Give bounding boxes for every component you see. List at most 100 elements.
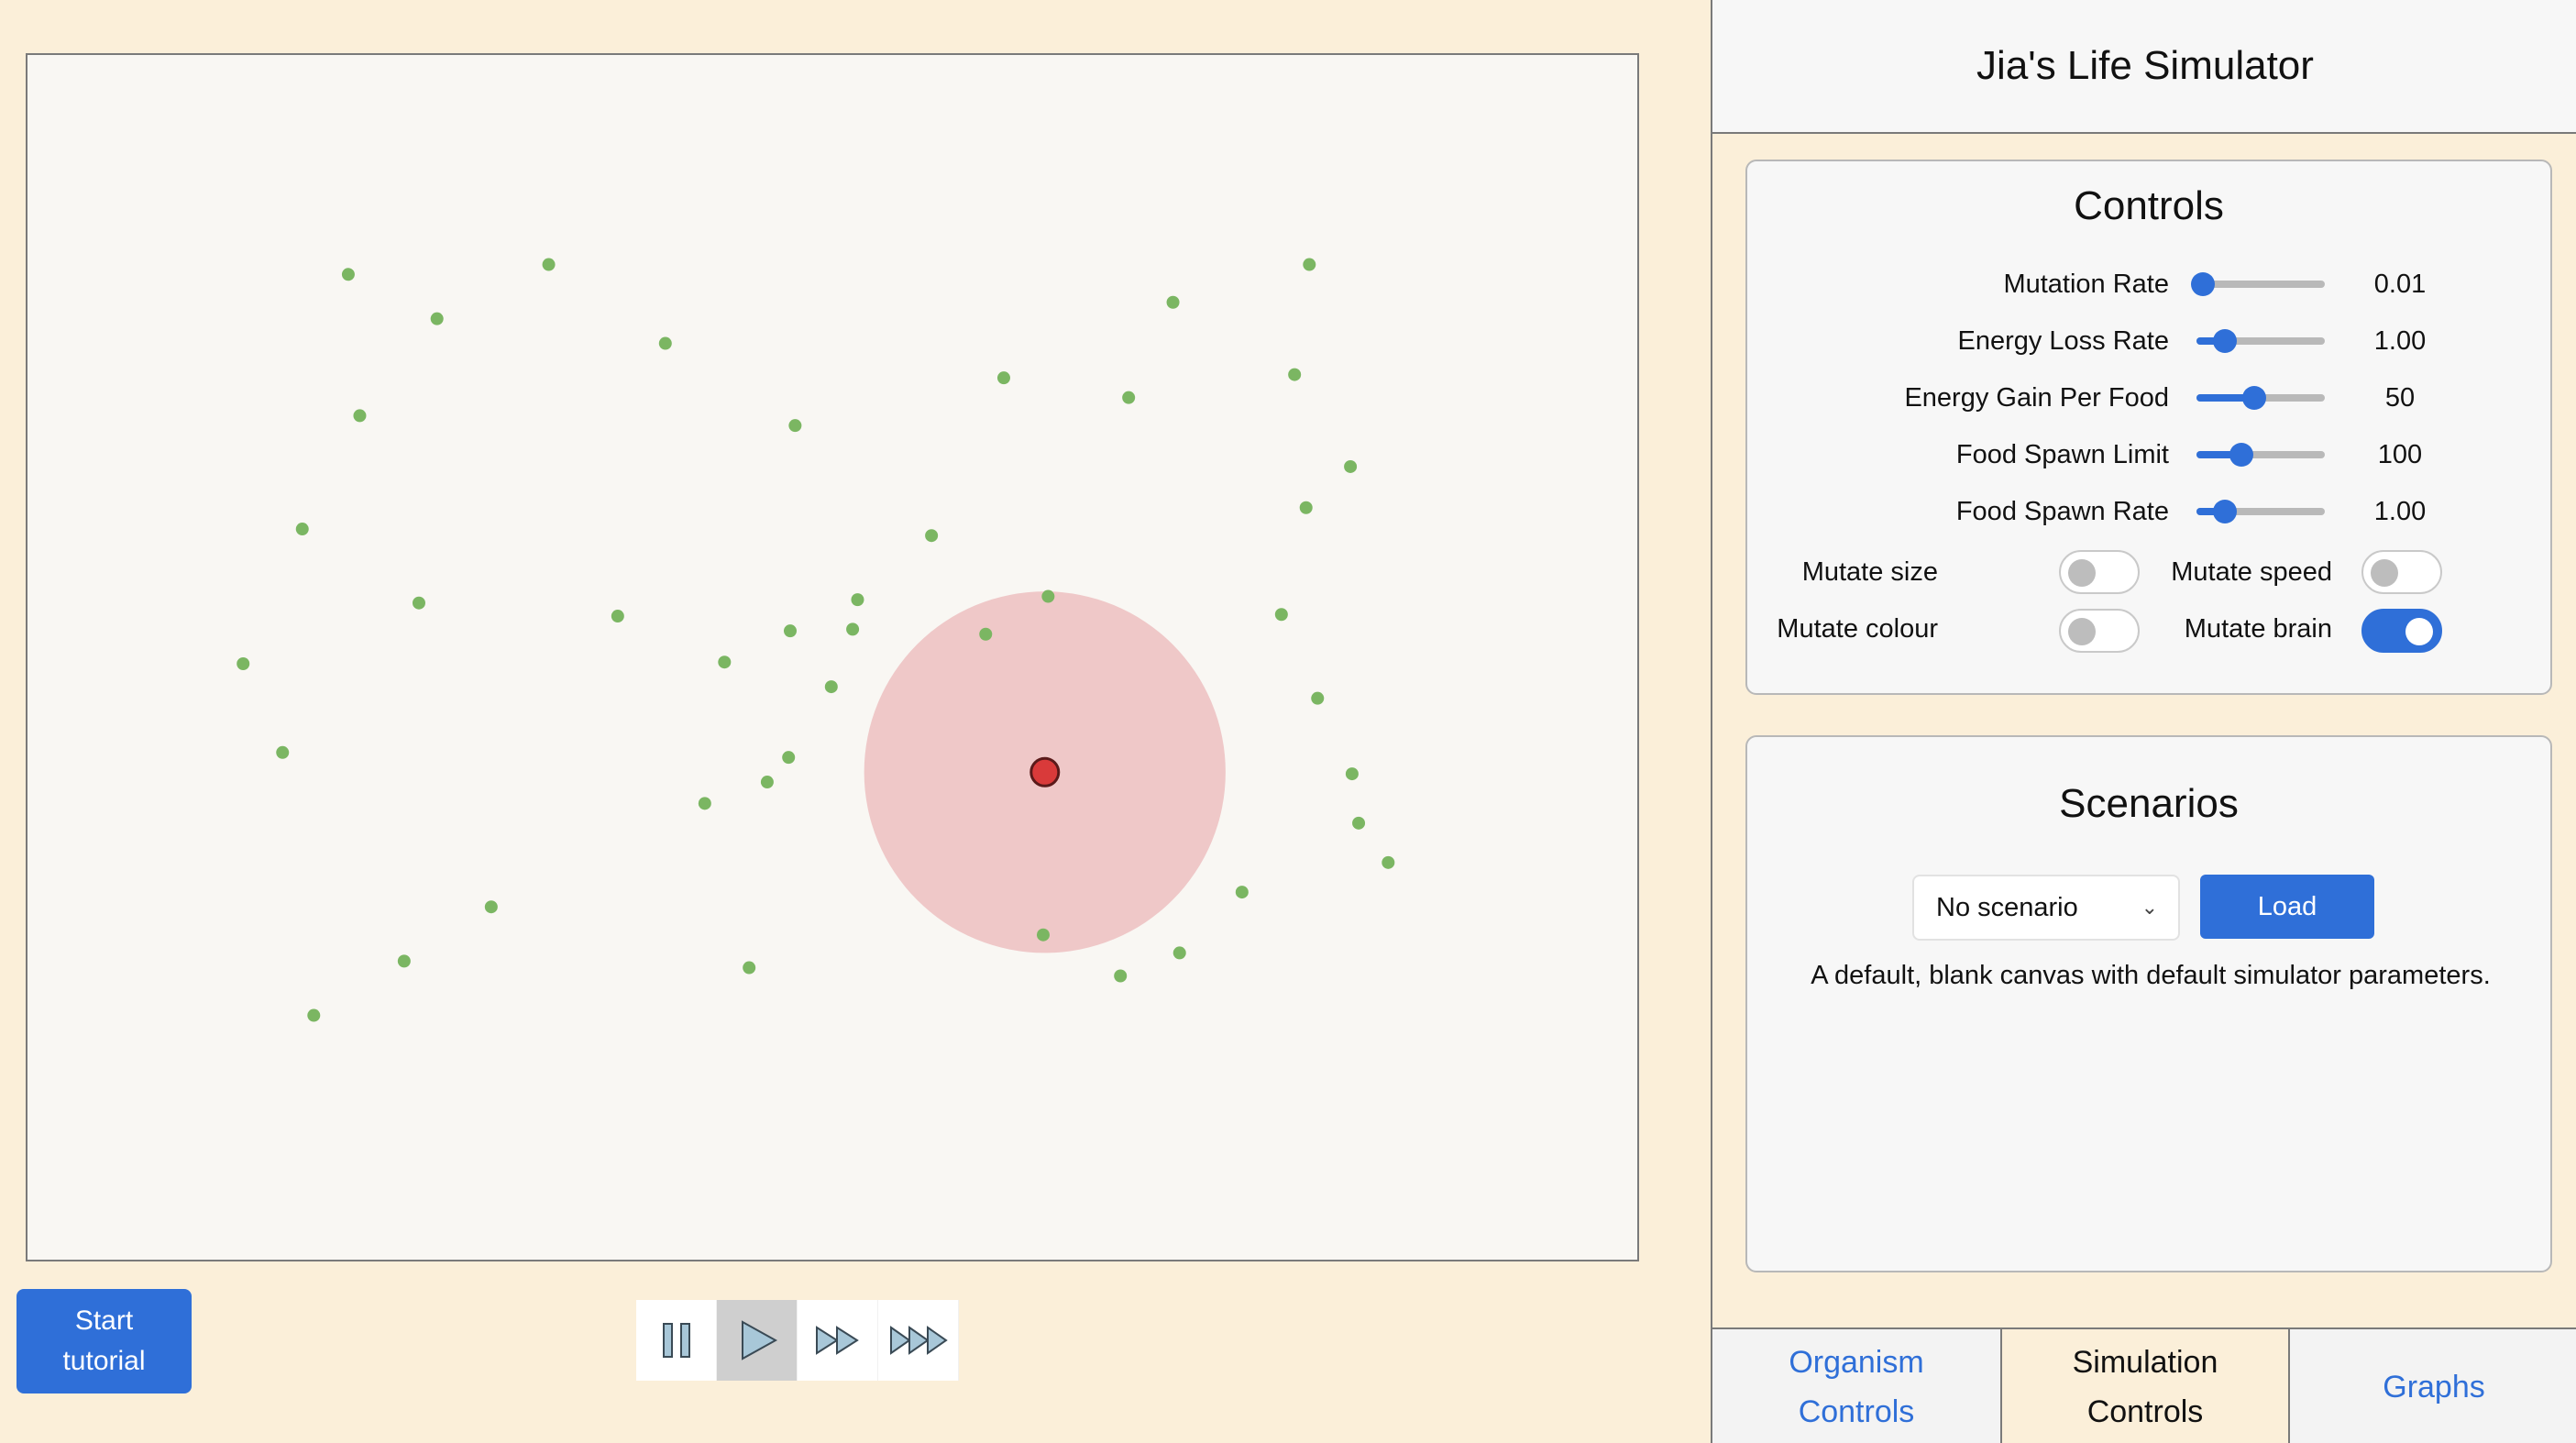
food-item [1382, 855, 1395, 869]
food-item [341, 268, 355, 281]
tab-organism-controls-label: Organism Controls [1789, 1345, 1924, 1429]
mutation-rate-slider[interactable] [2191, 272, 2325, 296]
mutate-brain-label: Mutate brain [2184, 614, 2332, 644]
food-item [1303, 258, 1316, 271]
energy-loss-rate-value: 1.00 [2373, 326, 2427, 356]
chevron-down-icon: ⌄ [2141, 896, 2158, 919]
slider-row-food-spawn-rate: Food Spawn Rate 1.00 [1747, 493, 2554, 530]
food-item [925, 529, 939, 543]
food-item [743, 961, 756, 975]
simulation-svg [237, 258, 1395, 1022]
slider-row-food-spawn-limit: Food Spawn Limit 100 [1747, 436, 2554, 473]
mutate-size-label: Mutate size [1801, 557, 1938, 587]
food-item [397, 954, 411, 968]
mutate-size-toggle[interactable] [2059, 550, 2140, 594]
energy-loss-rate-label: Energy Loss Rate [1957, 326, 2169, 356]
play-button[interactable] [717, 1300, 798, 1381]
food-item [783, 624, 797, 638]
mutate-speed-toggle[interactable] [2361, 550, 2442, 594]
controls-card: Controls Mutation Rate 0.01 Energy Loss … [1745, 160, 2552, 695]
scenario-description: A default, blank canvas with default sim… [1811, 961, 2491, 990]
food-item [1288, 368, 1302, 381]
food-item [237, 657, 250, 671]
slider-row-energy-gain-per-food: Energy Gain Per Food 50 [1747, 380, 2554, 416]
food-item [1311, 691, 1325, 705]
food-item [996, 371, 1010, 385]
scenario-select[interactable]: No scenario ⌄ [1912, 875, 2180, 941]
food-spawn-rate-value: 1.00 [2373, 497, 2427, 526]
food-item [1352, 816, 1366, 830]
food-item [1172, 946, 1186, 960]
start-tutorial-label: Start tutorial [62, 1305, 146, 1376]
fast-forward-icon [815, 1326, 859, 1355]
mutate-colour-toggle[interactable] [2059, 609, 2140, 653]
start-tutorial-button[interactable]: Start tutorial [17, 1289, 192, 1393]
tab-graphs-label: Graphs [2383, 1370, 2485, 1404]
fast-forward-button[interactable] [798, 1300, 878, 1381]
tab-organism-controls[interactable]: Organism Controls [1712, 1329, 2000, 1443]
food-item [658, 336, 672, 350]
organism[interactable] [1029, 756, 1061, 788]
food-item [1114, 969, 1128, 983]
food-item [1299, 501, 1313, 514]
food-item [718, 655, 732, 669]
energy-gain-per-food-value: 50 [2384, 383, 2416, 413]
scenarios-title: Scenarios [2059, 781, 2239, 826]
food-item [295, 523, 309, 536]
app-title: Jia's Life Simulator [1976, 43, 2314, 88]
food-item [1122, 391, 1136, 404]
food-item [782, 751, 796, 765]
mutate-colour-label: Mutate colour [1777, 614, 1938, 644]
food-item [484, 900, 498, 914]
food-item [979, 627, 993, 641]
simulation-canvas[interactable] [26, 53, 1639, 1261]
panel-tabs: Organism Controls Simulation Controls Gr… [1712, 1327, 2576, 1443]
food-item [698, 797, 711, 810]
food-item [788, 419, 802, 433]
food-item [760, 776, 774, 789]
food-spawn-rate-slider[interactable] [2196, 500, 2325, 523]
tab-simulation-controls[interactable]: Simulation Controls [2000, 1329, 2290, 1443]
food-item [542, 258, 556, 271]
controls-title: Controls [2074, 183, 2224, 228]
food-item [1345, 767, 1359, 781]
mutation-rate-value: 0.01 [2373, 270, 2427, 299]
food-item [412, 596, 425, 610]
food-item [353, 409, 367, 423]
food-item [307, 1008, 321, 1022]
food-item [1036, 928, 1050, 942]
mutate-speed-label: Mutate speed [2171, 557, 2332, 587]
food-item [1235, 886, 1249, 899]
pause-icon [662, 1323, 690, 1358]
tab-graphs[interactable]: Graphs [2290, 1329, 2576, 1443]
panel-header: Jia's Life Simulator [1712, 0, 2576, 134]
tab-simulation-controls-label: Simulation Controls [2072, 1345, 2218, 1429]
food-item [276, 745, 290, 759]
food-spawn-limit-slider[interactable] [2196, 443, 2325, 467]
mutate-brain-toggle[interactable] [2361, 609, 2442, 653]
pause-button[interactable] [636, 1300, 717, 1381]
food-item [1274, 608, 1288, 622]
side-panel: Jia's Life Simulator Controls Mutation R… [1711, 0, 2576, 1443]
playback-controls [636, 1300, 959, 1381]
food-item [611, 610, 624, 623]
energy-gain-per-food-slider[interactable] [2196, 386, 2325, 410]
energy-gain-per-food-label: Energy Gain Per Food [1904, 383, 2169, 413]
energy-loss-rate-slider[interactable] [2196, 329, 2325, 353]
food-item [851, 593, 864, 607]
food-item [824, 680, 838, 694]
slider-row-energy-loss-rate: Energy Loss Rate 1.00 [1747, 323, 2554, 359]
food-item [846, 622, 860, 636]
food-spawn-limit-label: Food Spawn Limit [1955, 440, 2169, 469]
food-item [1041, 589, 1055, 603]
play-icon [741, 1320, 777, 1360]
slider-row-mutation-rate: Mutation Rate 0.01 [1747, 266, 2554, 303]
mutation-rate-label: Mutation Rate [2003, 270, 2169, 299]
load-button[interactable]: Load [2200, 875, 2374, 939]
food-item [1166, 295, 1180, 309]
food-spawn-rate-label: Food Spawn Rate [1955, 497, 2169, 526]
fastest-forward-icon [889, 1326, 948, 1355]
food-item [1344, 459, 1358, 473]
food-spawn-limit-value: 100 [2377, 440, 2423, 469]
fastest-forward-button[interactable] [878, 1300, 959, 1381]
